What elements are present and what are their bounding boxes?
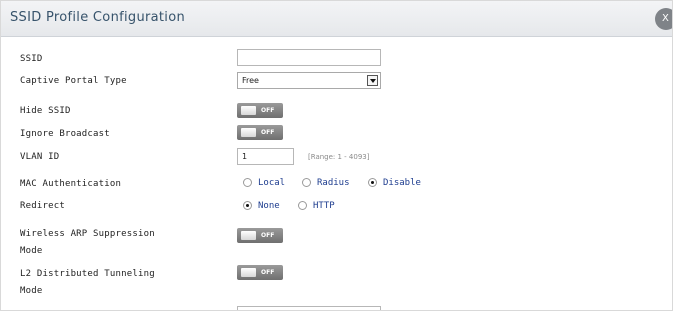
close-button[interactable]: X	[655, 8, 672, 30]
label-line: Wireless ARP Suppression	[20, 229, 155, 239]
dialog-titlebar: SSID Profile Configuration X	[1, 1, 672, 37]
vlan-id-range-hint: [Range: 1 - 4093]	[308, 153, 370, 161]
toggle-knob	[241, 106, 256, 115]
radio-label: Radius	[317, 178, 350, 188]
vlan-id-label: VLAN ID	[20, 152, 60, 162]
toggle-state-text: OFF	[261, 129, 275, 136]
l2-distributed-tunneling-toggle[interactable]: OFF	[237, 265, 283, 280]
toggle-knob	[241, 268, 256, 277]
wireless-arp-suppression-label: Wireless ARP Suppression Mode	[20, 226, 155, 260]
radio-unchecked-icon[interactable]	[243, 178, 252, 187]
ssid-input[interactable]	[237, 49, 381, 66]
radio-label: Disable	[383, 178, 421, 188]
next-field-input[interactable]	[237, 306, 381, 310]
captive-portal-type-label: Captive Portal Type	[20, 76, 127, 86]
radio-unchecked-icon[interactable]	[302, 178, 311, 187]
ssid-profile-dialog: SSID Profile Configuration X SSID Captiv…	[0, 0, 673, 311]
toggle-knob	[241, 231, 256, 240]
toggle-state-text: OFF	[261, 232, 275, 239]
redirect-label: Redirect	[20, 201, 65, 211]
mac-authentication-label: MAC Authentication	[20, 179, 122, 189]
vlan-id-input[interactable]: 1	[237, 148, 294, 165]
label-line: Mode	[20, 246, 43, 256]
radio-label: HTTP	[313, 201, 335, 211]
captive-portal-type-value: Free	[242, 76, 259, 85]
close-icon: X	[662, 13, 669, 24]
l2-distributed-tunneling-label: L2 Distributed Tunneling Mode	[20, 266, 155, 300]
toggle-knob	[241, 128, 256, 137]
dialog-title: SSID Profile Configuration	[10, 10, 185, 25]
label-line: Mode	[20, 286, 43, 296]
toggle-state-text: OFF	[261, 269, 275, 276]
radio-unchecked-icon[interactable]	[298, 201, 307, 210]
radio-checked-icon[interactable]	[368, 178, 377, 187]
captive-portal-type-select[interactable]: Free	[237, 72, 381, 89]
ssid-label: SSID	[20, 54, 43, 64]
ignore-broadcast-label: Ignore Broadcast	[20, 129, 110, 139]
ignore-broadcast-toggle[interactable]: OFF	[237, 125, 283, 140]
label-line: L2 Distributed Tunneling	[20, 269, 155, 279]
radio-checked-icon[interactable]	[243, 201, 252, 210]
wireless-arp-suppression-toggle[interactable]: OFF	[237, 228, 283, 243]
radio-label: None	[258, 201, 280, 211]
hide-ssid-label: Hide SSID	[20, 106, 71, 116]
toggle-state-text: OFF	[261, 107, 275, 114]
radio-label: Local	[258, 178, 286, 188]
hide-ssid-toggle[interactable]: OFF	[237, 103, 283, 118]
chevron-down-icon[interactable]	[367, 75, 378, 86]
